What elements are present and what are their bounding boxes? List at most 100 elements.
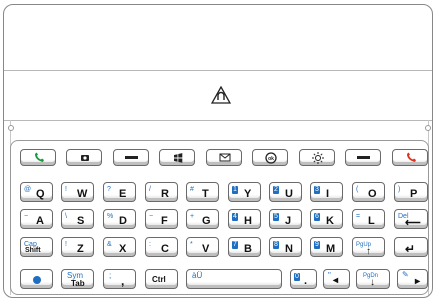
ctrl-key[interactable]: Ctrl [145,269,178,289]
key-primary-label: Z [77,243,84,255]
key-secondary-label: 2 [273,186,279,194]
brightness-key[interactable] [299,149,335,166]
key-secondary-label: % [107,213,114,220]
key-r2-8[interactable]: = L [352,209,385,229]
right-arrow-key[interactable]: ✎ ▸ [397,269,428,289]
key-r3-9[interactable]: ↵ [394,237,428,257]
key-r3-2[interactable]: & X [103,237,136,257]
key-primary-label: W [77,188,88,200]
key-r2-9[interactable]: Del ⟵ [394,209,428,229]
key-secondary-label: ! [65,241,67,248]
svg-text:ok: ok [268,156,274,162]
screw-left [8,125,14,131]
right-arrow-icon: ▸ [415,276,421,287]
key-primary-label: H [244,215,252,227]
dash-icon [357,156,370,159]
hinge-divider [4,120,432,121]
key-r3-1[interactable]: ! Z [61,237,94,257]
key-r2-5[interactable]: 4H [228,209,261,229]
key-r1-1[interactable]: ! W [61,182,94,202]
call-end-icon [407,152,416,162]
mail-key[interactable] [206,149,242,166]
key-secondary-label: ? [107,186,111,193]
key-secondary-label: # [190,186,194,193]
key-secondary-label: \ [65,213,67,220]
enter-icon: ↵ [405,242,416,256]
key-r1-6[interactable]: 2U [269,182,302,202]
key-r1-8[interactable]: (O [352,182,385,202]
key-r1-7[interactable]: 3I [310,182,343,202]
comma-label: , [121,274,125,288]
key-secondary-label: 3 [314,186,320,194]
call-end-key[interactable] [392,149,428,166]
semicolon-label: ; [109,271,112,280]
blue-dot-icon [33,276,41,284]
key-secondary-label: − [149,213,154,220]
semicolon-key[interactable]: ; , [103,269,136,289]
key-primary-label: Q [36,188,45,200]
key-r2-2[interactable]: % D [103,209,136,229]
ctrl-label: Ctrl [152,275,166,284]
tab-label: Tab [71,279,85,288]
space-key[interactable]: àÜ [186,269,282,289]
ok-key[interactable]: ok [252,149,288,166]
quote-label: " [328,271,331,280]
camera-key[interactable] [66,149,102,166]
key-primary-label: X [119,243,127,255]
key-primary-label: E [119,188,127,200]
key-r1-3[interactable]: / R [145,182,178,202]
key-primary-label: D [119,215,127,227]
backspace-icon: ⟵ [405,217,421,229]
key-primary-label: C [161,243,169,255]
left-arrow-icon: ◂ [333,275,339,286]
key-secondary-label: 9 [314,241,320,249]
key-r2-0[interactable]: − A [20,209,53,229]
sym-tab-key[interactable]: Sym Tab [61,269,94,289]
period-label: . [304,275,308,287]
soft-left-key[interactable] [113,149,149,166]
key-r3-5[interactable]: 7B [228,237,261,257]
key-r3-6[interactable]: 8N [269,237,302,257]
key-r3-8[interactable]: PgUp ↑ [352,237,385,257]
key-r2-3[interactable]: − F [145,209,178,229]
soft-right-key[interactable] [345,149,381,166]
key-primary-label: Y [244,188,252,200]
key-r1-0[interactable]: @ Q [20,182,53,202]
key-r3-7[interactable]: 9M [310,237,343,257]
key-primary-label: J [285,215,292,227]
key-r2-4[interactable]: + G [186,209,219,229]
key-r2-7[interactable]: 6K [310,209,343,229]
pgdn-key[interactable]: PgDn ↓ [356,269,390,289]
key-r3-0[interactable]: Cap Shift [20,237,53,257]
key-r2-6[interactable]: 5J [269,209,302,229]
key-secondary-label: 4 [232,213,238,221]
key-r1-5[interactable]: 1Y [228,182,261,202]
dot-key[interactable] [20,269,53,289]
key-r1-4[interactable]: # T [186,182,219,202]
key-secondary-label: 5 [273,213,279,221]
key-secondary-label: * [190,241,193,248]
key-secondary-label: ) [398,186,401,193]
brightness-icon [312,152,324,164]
call-send-key[interactable] [20,149,56,166]
key-r3-4[interactable]: * V [186,237,219,257]
left-arrow-key[interactable]: " ◂ [323,269,350,289]
key-secondary-label: & [107,241,112,248]
key-secondary-label: ( [356,186,359,193]
windows-start-icon [174,153,183,163]
ok-icon: ok [265,152,277,164]
zero-label: 0 [294,273,300,281]
key-primary-label: P [410,188,418,200]
start-key[interactable] [159,149,195,166]
key-r3-3[interactable]: :C [145,237,178,257]
call-send-icon [35,152,44,162]
key-secondary-label: 7 [232,241,238,249]
accent-label: àÜ [192,271,203,280]
key-primary-label: Shift [25,247,41,254]
zero-key[interactable]: 0 . [290,269,317,289]
key-r2-1[interactable]: \ S [61,209,94,229]
key-primary-label: O [368,188,377,200]
key-primary-label: N [285,243,293,255]
key-r1-2[interactable]: ? E [103,182,136,202]
key-r1-9[interactable]: ) P [394,182,428,202]
